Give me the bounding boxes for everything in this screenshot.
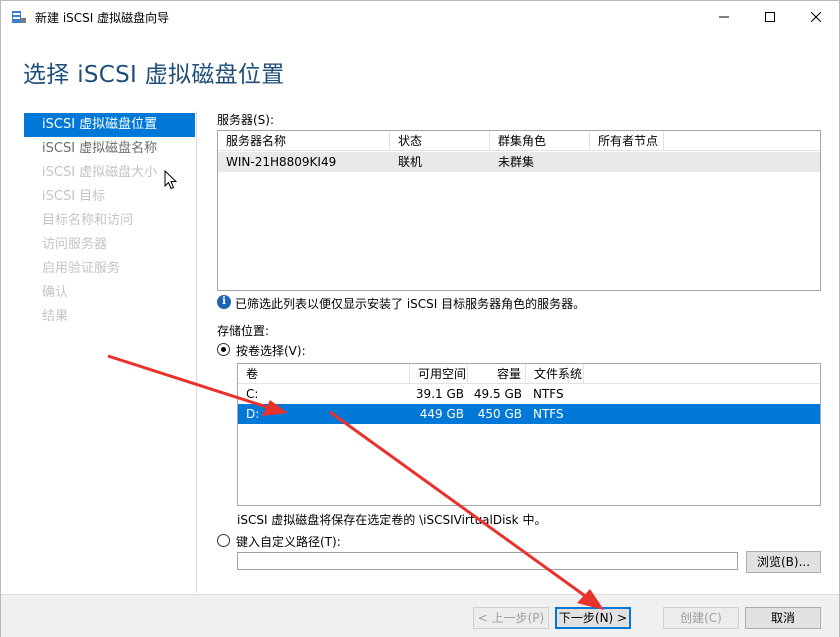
filesystem-cell: NTFS <box>533 407 564 421</box>
column-filesystem[interactable]: 文件系统 <box>526 364 584 384</box>
title-bar[interactable]: 新建 iSCSI 虚拟磁盘向导 <box>1 1 839 33</box>
nav-divider <box>196 111 197 593</box>
volume-cell: D: <box>246 407 260 421</box>
capacity-cell: 49.5 GB <box>473 387 522 401</box>
maximize-button[interactable] <box>747 1 793 33</box>
storage-note: iSCSI 虚拟磁盘将保存在选定卷的 \iSCSIVirtualDisk 中。 <box>237 513 547 527</box>
nav-item-disk-name[interactable]: iSCSI 虚拟磁盘名称 <box>24 137 196 161</box>
custom-path-input[interactable] <box>237 552 738 570</box>
server-status-cell: 联机 <box>398 155 423 169</box>
nav-item-disk-location[interactable]: iSCSI 虚拟磁盘位置 <box>24 113 195 137</box>
column-volume[interactable]: 卷 <box>238 364 410 384</box>
free-space-cell: 449 GB <box>419 407 464 421</box>
custom-path-label[interactable]: 键入自定义路径(T): <box>236 533 341 550</box>
column-cluster-role[interactable]: 群集角色 <box>490 131 590 151</box>
by-volume-radio[interactable] <box>217 343 230 356</box>
browse-button[interactable]: 浏览(B)... <box>746 551 821 573</box>
column-free-space[interactable]: 可用空间 <box>410 364 468 384</box>
info-text: 已筛选此列表以便仅显示安装了 iSCSI 目标服务器角色的服务器。 <box>235 297 586 311</box>
cancel-button[interactable]: 取消 <box>745 607 821 629</box>
volume-list-header: 卷 可用空间 容量 文件系统 <box>238 364 820 384</box>
table-row[interactable]: WIN-21H8809KI49 联机 未群集 <box>218 152 820 172</box>
server-app-icon <box>12 11 26 23</box>
column-status[interactable]: 状态 <box>390 131 490 151</box>
nav-item-auth-services: 启用验证服务 <box>42 261 121 276</box>
wizard-window: 新建 iSCSI 虚拟磁盘向导 选择 iSCSI 虚拟磁盘位置 iSCSI 虚拟… <box>0 0 840 637</box>
nav-item-access-servers: 访问服务器 <box>42 237 108 252</box>
server-name-cell: WIN-21H8809KI49 <box>226 155 337 169</box>
nav-item-target-name-access: 目标名称和访问 <box>42 213 134 228</box>
servers-list-header: 服务器名称 状态 群集角色 所有者节点 <box>218 131 820 151</box>
column-capacity[interactable]: 容量 <box>468 364 526 384</box>
nav-item-results: 结果 <box>42 309 69 324</box>
column-server-name[interactable]: 服务器名称 <box>218 131 390 151</box>
server-role-cell: 未群集 <box>498 155 535 169</box>
close-button[interactable] <box>793 1 839 33</box>
filesystem-cell: NTFS <box>533 387 564 401</box>
create-button[interactable]: 创建(C) <box>663 607 739 629</box>
wizard-nav: iSCSI 虚拟磁盘位置 iSCSI 虚拟磁盘名称 iSCSI 虚拟磁盘大小 i… <box>24 113 196 329</box>
minimize-icon <box>719 16 729 18</box>
next-button[interactable]: 下一步(N) > <box>555 607 631 629</box>
window-title: 新建 iSCSI 虚拟磁盘向导 <box>35 11 170 25</box>
page-title: 选择 iSCSI 虚拟磁盘位置 <box>23 62 285 88</box>
nav-item-confirm: 确认 <box>42 285 69 300</box>
maximize-icon <box>765 12 775 22</box>
volume-list[interactable]: 卷 可用空间 容量 文件系统 C: 39.1 GB 49.5 GB NTFS D… <box>237 363 821 506</box>
custom-path-radio[interactable] <box>217 534 230 547</box>
storage-label: 存储位置: <box>217 324 270 338</box>
servers-list[interactable]: 服务器名称 状态 群集角色 所有者节点 WIN-21H8809KI49 联机 未… <box>217 130 821 291</box>
free-space-cell: 39.1 GB <box>415 387 464 401</box>
table-row-selected[interactable]: D: 449 GB 450 GB NTFS <box>238 404 820 424</box>
volume-cell: C: <box>246 387 259 401</box>
by-volume-label[interactable]: 按卷选择(V): <box>236 342 306 359</box>
capacity-cell: 450 GB <box>477 407 522 421</box>
close-icon <box>811 12 821 22</box>
previous-button[interactable]: < 上一步(P) <box>473 607 549 629</box>
info-icon: i <box>217 295 231 309</box>
minimize-button[interactable] <box>701 1 747 33</box>
column-owner-node[interactable]: 所有者节点 <box>590 131 664 151</box>
servers-label: 服务器(S): <box>217 113 275 127</box>
mouse-cursor-icon <box>164 170 178 190</box>
table-row[interactable]: C: 39.1 GB 49.5 GB NTFS <box>238 384 820 404</box>
